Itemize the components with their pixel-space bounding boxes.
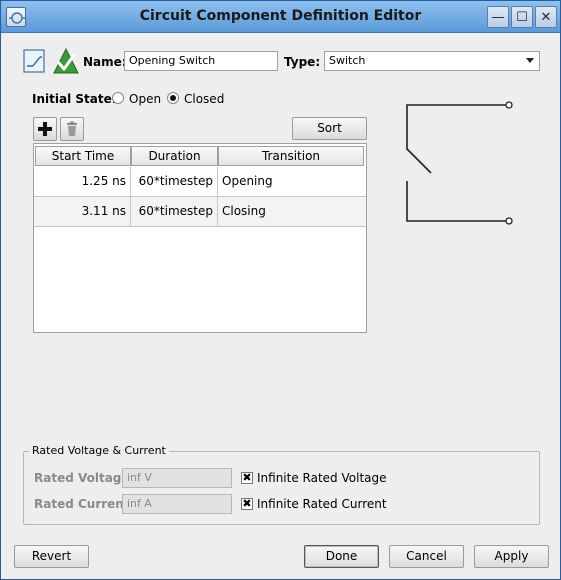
transitions-table[interactable]: Start Time Duration Transition 1.25 ns 6… <box>33 143 367 333</box>
rated-current-input[interactable]: inf A <box>122 494 232 514</box>
cancel-button[interactable]: Cancel <box>389 545 464 568</box>
cell-start-time[interactable]: 3.11 ns <box>34 197 131 226</box>
editor-window: Circuit Component Definition Editor — ☐ … <box>0 0 561 580</box>
valid-check-icon <box>53 47 79 74</box>
type-label: Type: <box>284 55 321 69</box>
maximize-button[interactable]: ☐ <box>511 6 533 28</box>
infinite-current-label[interactable]: Infinite Rated Current <box>257 497 387 511</box>
table-row[interactable]: 3.11 ns 60*timestep Closing <box>34 197 366 227</box>
cell-start-time[interactable]: 1.25 ns <box>34 167 131 196</box>
column-header-start-time[interactable]: Start Time <box>35 146 131 166</box>
cell-transition[interactable]: Opening <box>218 167 366 196</box>
state-open-radio[interactable] <box>112 92 124 104</box>
title-bar[interactable]: Circuit Component Definition Editor — ☐ … <box>1 1 560 33</box>
initial-state-label: Initial State: <box>32 92 117 106</box>
revert-button[interactable]: Revert <box>14 545 89 568</box>
chevron-down-icon <box>526 58 534 63</box>
cell-duration[interactable]: 60*timestep <box>131 167 218 196</box>
delete-transition-button[interactable] <box>60 117 84 141</box>
name-label: Name: <box>83 55 127 69</box>
type-select[interactable]: Switch <box>324 51 540 71</box>
rated-group-title: Rated Voltage & Current <box>29 444 169 457</box>
table-row[interactable]: 1.25 ns 60*timestep Opening <box>34 167 366 197</box>
rated-voltage-label: Rated Voltage: <box>34 471 135 485</box>
minimize-button[interactable]: — <box>487 6 509 28</box>
infinite-current-checkbox[interactable]: ✖ <box>241 498 253 510</box>
sort-button[interactable]: Sort <box>292 117 367 140</box>
add-transition-button[interactable] <box>33 117 57 141</box>
rated-voltage-input[interactable]: inf V <box>122 468 232 488</box>
state-closed-label[interactable]: Closed <box>184 92 224 106</box>
infinite-voltage-checkbox[interactable]: ✖ <box>241 472 253 484</box>
rated-group <box>23 451 540 525</box>
switch-symbol-icon <box>23 49 45 73</box>
window-title: Circuit Component Definition Editor <box>139 8 422 24</box>
apply-button[interactable]: Apply <box>474 545 549 568</box>
trash-icon <box>67 121 77 136</box>
done-button[interactable]: Done <box>304 545 379 568</box>
type-select-value: Switch <box>329 54 366 67</box>
name-input[interactable]: Opening Switch <box>124 51 278 71</box>
column-header-duration[interactable]: Duration <box>131 146 218 166</box>
cell-duration[interactable]: 60*timestep <box>131 197 218 226</box>
plus-icon <box>38 122 52 136</box>
close-button[interactable]: ✕ <box>535 6 557 28</box>
rated-current-label: Rated Current: <box>34 497 135 511</box>
switch-schematic-preview <box>397 97 521 229</box>
state-closed-radio[interactable] <box>167 92 179 104</box>
state-open-label[interactable]: Open <box>129 92 161 106</box>
table-header: Start Time Duration Transition <box>34 144 366 167</box>
cell-transition[interactable]: Closing <box>218 197 366 226</box>
column-header-transition[interactable]: Transition <box>218 146 364 166</box>
infinite-voltage-label[interactable]: Infinite Rated Voltage <box>257 471 387 485</box>
